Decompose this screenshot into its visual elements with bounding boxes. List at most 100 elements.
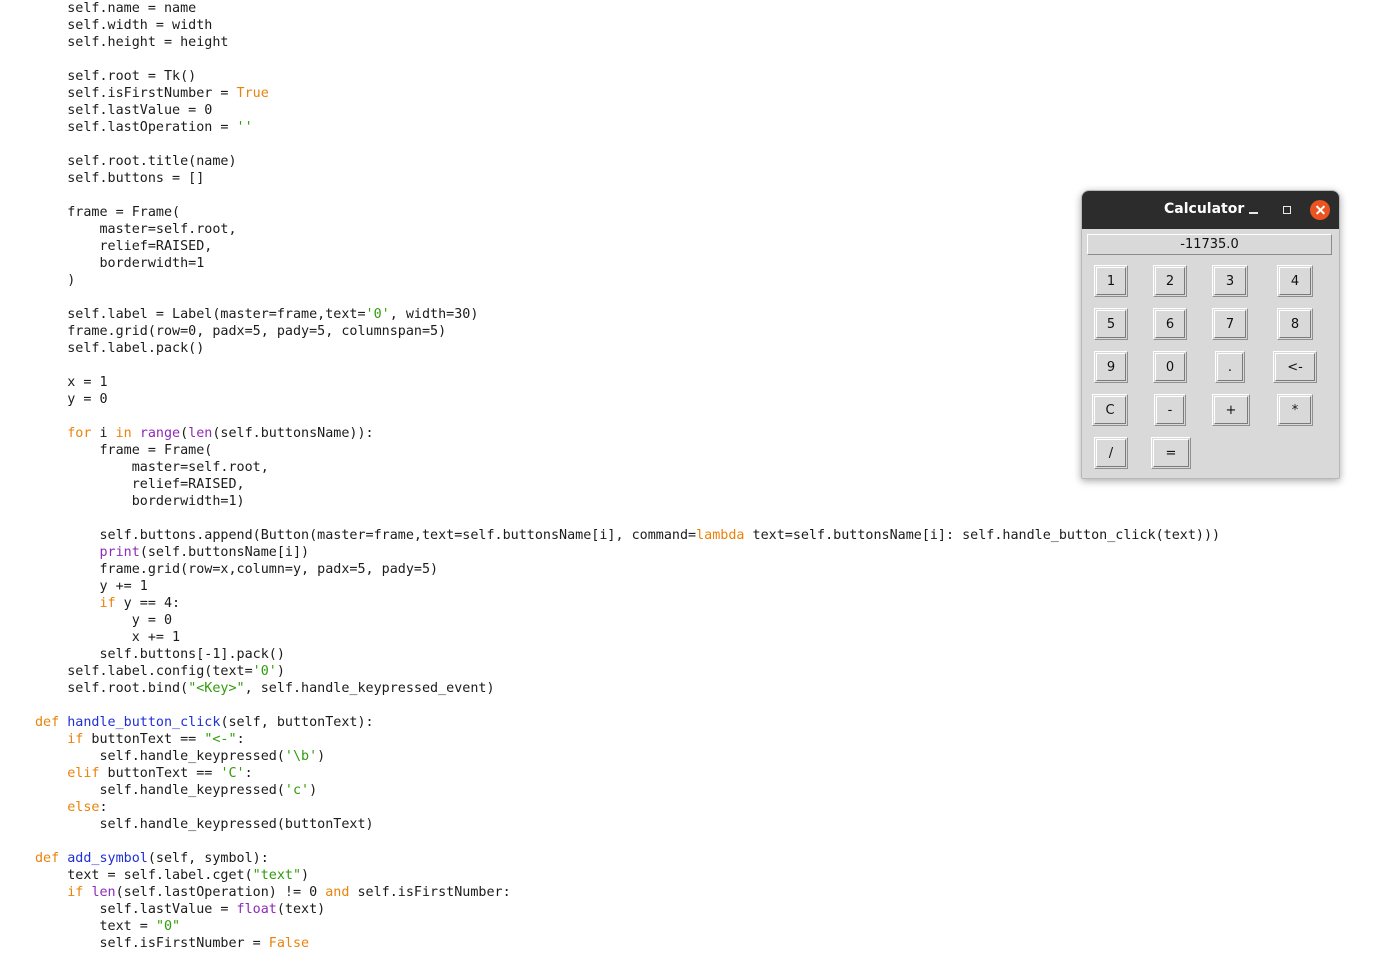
key-6-button[interactable]: 6 [1155, 310, 1185, 338]
code-token: y += 1 [35, 579, 148, 594]
key-frame: = [1151, 437, 1191, 469]
code-token: self.label.pack() [35, 341, 205, 356]
key-2-button[interactable]: 2 [1155, 267, 1185, 295]
code-token: ) [317, 749, 326, 764]
code-line: borderwidth=1 [35, 255, 1220, 272]
calculator-display: -11735.0 [1180, 237, 1239, 252]
key-plus-button[interactable]: + [1214, 396, 1248, 424]
code-token: "text" [252, 868, 302, 883]
key-8-button[interactable]: 8 [1279, 310, 1311, 338]
code-token: False [268, 936, 310, 951]
maximize-icon[interactable] [1277, 200, 1297, 220]
code-token: text = [35, 919, 156, 934]
code-token: 'C' [220, 766, 245, 781]
code-token: self.label = Label(master=frame,text= [35, 307, 366, 322]
code-token: '\b' [284, 749, 318, 764]
key-3-button[interactable]: 3 [1214, 267, 1246, 295]
key-0-button[interactable]: 0 [1155, 353, 1185, 381]
code-line: if y == 4: [35, 595, 1220, 612]
code-token: : [236, 732, 245, 747]
code-token: self.root.bind( [35, 681, 189, 696]
code-line: self.lastOperation = '' [35, 119, 1220, 136]
minimize-icon[interactable] [1243, 200, 1263, 220]
code-token: frame = Frame( [35, 443, 213, 458]
key-equals-button[interactable]: = [1153, 439, 1189, 467]
code-line: self.root.title(name) [35, 153, 1220, 170]
code-token: ) [301, 868, 310, 883]
code-line: self.label.config(text='0') [35, 663, 1220, 680]
code-token: '0' [252, 664, 277, 679]
code-token: self.isFirstNumber = [35, 936, 269, 951]
code-token: buttonText == [83, 732, 205, 747]
code-token: elif [67, 766, 100, 781]
code-token: relief=RAISED, [35, 477, 245, 492]
code-token: float [236, 902, 277, 917]
key-clear-button[interactable]: C [1094, 396, 1126, 424]
code-line: self.buttons.append(Button(master=frame,… [35, 527, 1220, 544]
code-token: self.isFirstNumber = [35, 86, 237, 101]
code-token: i [91, 426, 116, 441]
key-7-button[interactable]: 7 [1214, 310, 1246, 338]
code-line: master=self.root, [35, 221, 1220, 238]
code-token: self.root.title(name) [35, 154, 237, 169]
code-token: if [67, 732, 84, 747]
key-frame: * [1277, 394, 1313, 426]
key-frame: 2 [1153, 265, 1187, 297]
code-line: self.name = name [35, 0, 1220, 17]
code-line: self.lastValue = float(text) [35, 901, 1220, 918]
code-line: self.handle_keypressed(buttonText) [35, 816, 1220, 833]
code-line: self.handle_keypressed('c') [35, 782, 1220, 799]
code-token: self.label.config(text= [35, 664, 253, 679]
code-token: y = 0 [35, 392, 108, 407]
key-5-button[interactable]: 5 [1096, 310, 1126, 338]
code-token: master=self.root, [35, 222, 237, 237]
code-token: self.handle_keypressed( [35, 749, 285, 764]
key-multiply-button[interactable]: * [1279, 396, 1311, 424]
code-token: and [325, 885, 350, 900]
code-token: "0" [155, 919, 181, 934]
key-4-button[interactable]: 4 [1279, 267, 1311, 295]
code-line: elif buttonText == 'C': [35, 765, 1220, 782]
code-token: self.handle_keypressed(buttonText) [35, 817, 374, 832]
code-token: handle_button_click [67, 715, 221, 730]
key-divide-button[interactable]: / [1096, 439, 1126, 467]
code-line: def add_symbol(self, symbol): [35, 850, 1220, 867]
code-token: self.isFirstNumber: [349, 885, 511, 900]
key-decimal-button[interactable]: . [1217, 353, 1243, 381]
code-line: x = 1 [35, 374, 1220, 391]
key-minus-button[interactable]: - [1156, 396, 1184, 424]
code-line: self.root = Tk() [35, 68, 1220, 85]
code-token: if [67, 885, 84, 900]
code-line: self.lastValue = 0 [35, 102, 1220, 119]
code-line: relief=RAISED, [35, 238, 1220, 255]
code-line: self.handle_keypressed('\b') [35, 748, 1220, 765]
code-token: self.handle_keypressed( [35, 783, 285, 798]
key-frame: 9 [1094, 351, 1128, 383]
key-frame: - [1154, 394, 1186, 426]
code-token: self.lastValue = [35, 902, 237, 917]
code-token: frame.grid(row=0, padx=5, pady=5, column… [35, 324, 447, 339]
code-line: if buttonText == "<-": [35, 731, 1220, 748]
title-bar[interactable]: Calculator [1082, 191, 1339, 229]
close-icon[interactable] [1310, 200, 1330, 220]
key-1-button[interactable]: 1 [1096, 267, 1126, 295]
code-token: y = 0 [35, 613, 173, 628]
code-token: self.buttons.append(Button(master=frame,… [35, 528, 697, 543]
display-frame: -11735.0 [1087, 234, 1332, 255]
key-9-button[interactable]: 9 [1096, 353, 1126, 381]
code-token: frame.grid(row=x,column=y, padx=5, pady=… [35, 562, 439, 577]
code-token: buttonText == [99, 766, 221, 781]
calculator-window: Calculator -11735.0 1 2 3 4 5 6 7 8 9 0. <- C - + * / = [1081, 190, 1340, 479]
code-line: self.root.bind("<Key>", self.handle_keyp… [35, 680, 1220, 697]
code-token: borderwidth=1 [35, 256, 205, 271]
code-line: y = 0 [35, 391, 1220, 408]
code-token: x = 1 [35, 375, 108, 390]
key-backspace-button[interactable]: <- [1275, 353, 1315, 381]
